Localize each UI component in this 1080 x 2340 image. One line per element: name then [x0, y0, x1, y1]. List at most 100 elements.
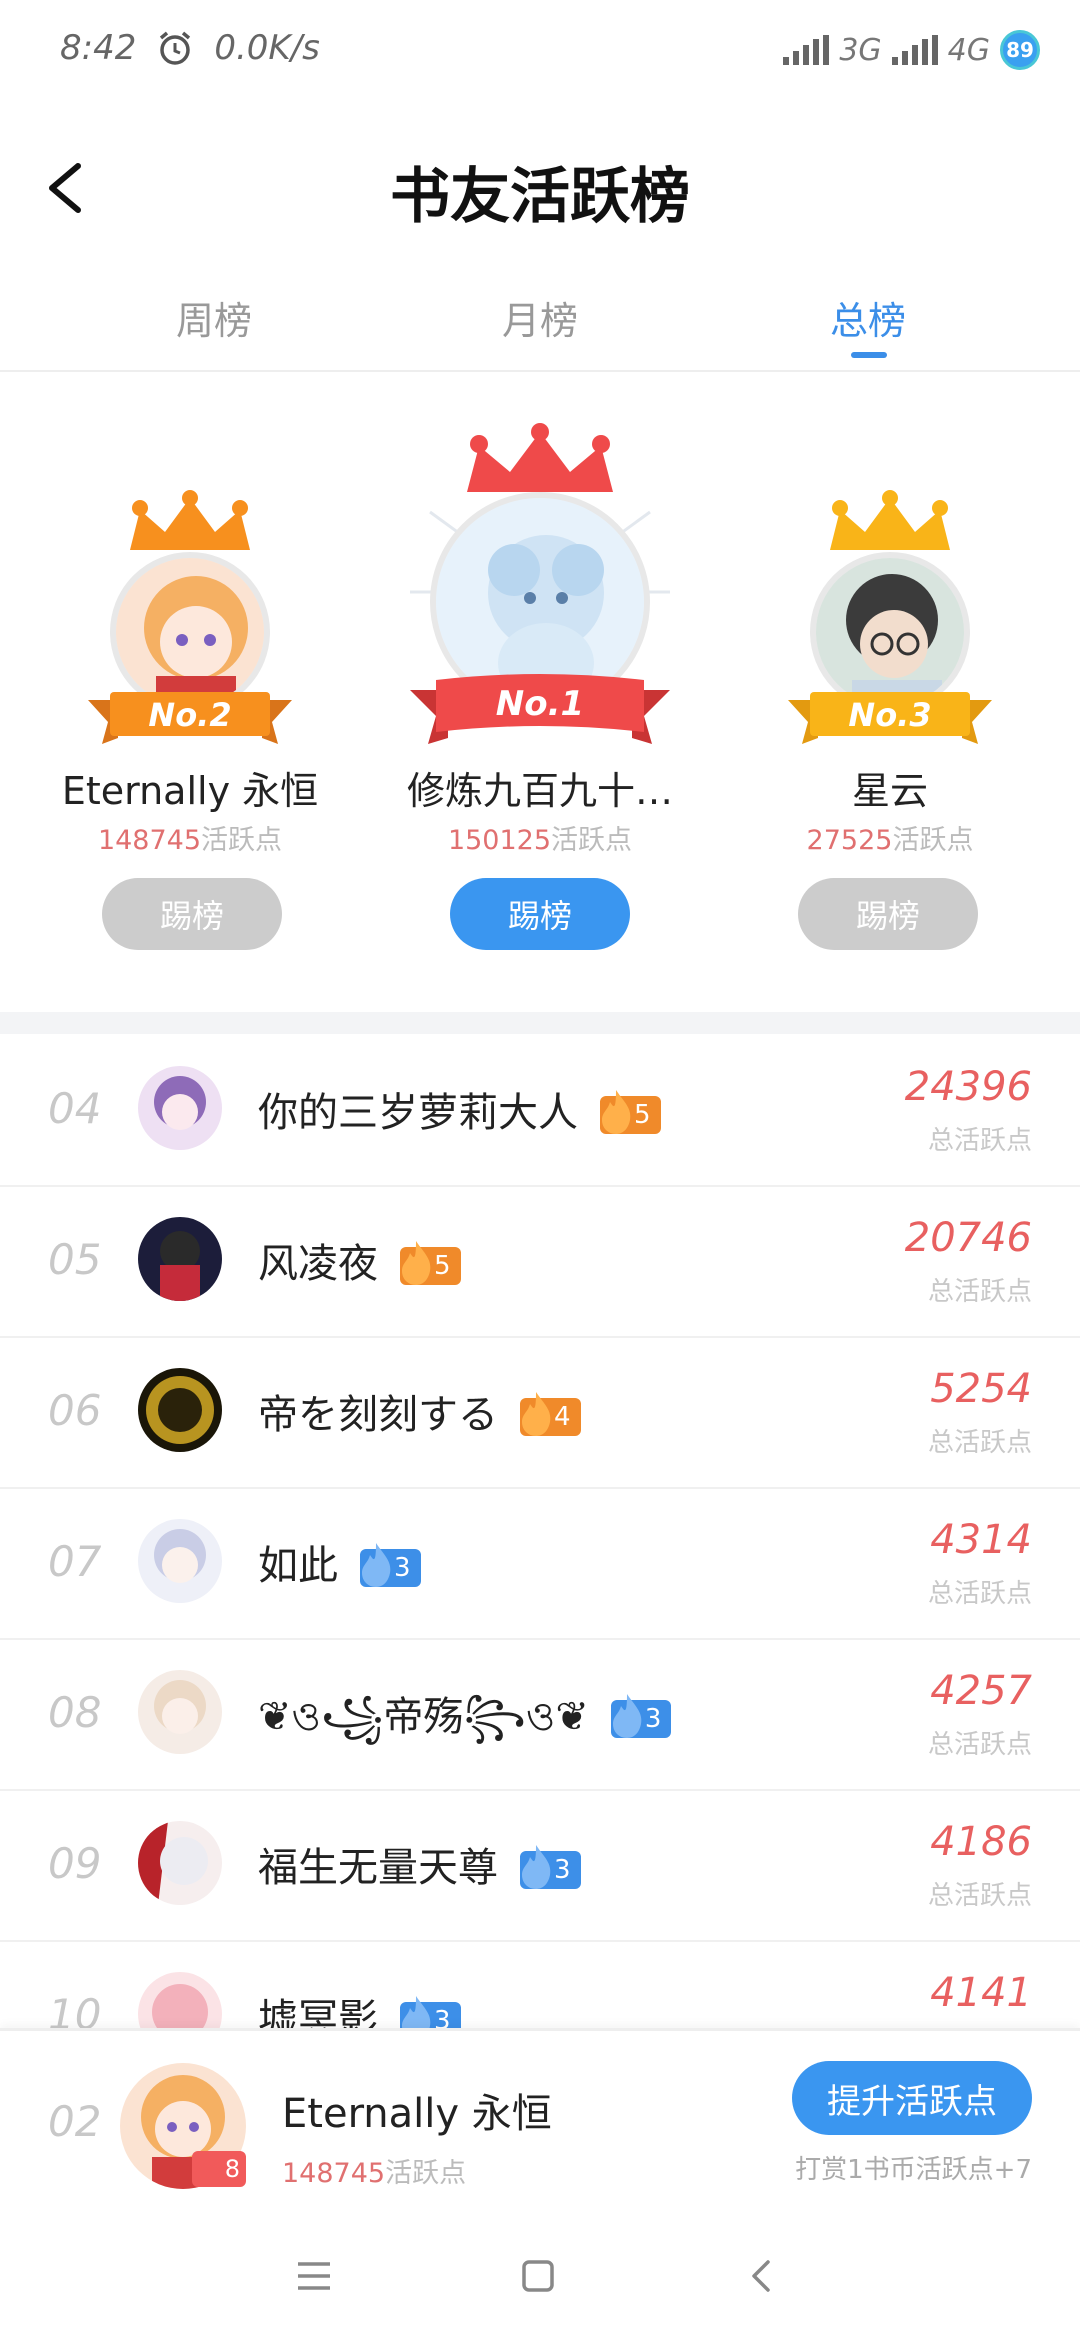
tab-monthly[interactable]: 月榜 [440, 290, 640, 345]
avatar[interactable] [138, 1066, 222, 1150]
list-item[interactable]: 05 风凌夜 5 20746 总活跃点 [0, 1185, 1080, 1338]
system-nav-bar [0, 2208, 1080, 2340]
page-title: 书友活跃榜 [390, 162, 690, 232]
podium-third: No.3 星云 27525活跃点 踢榜 [740, 372, 1040, 1012]
boost-activity-button[interactable]: 提升活跃点 [792, 2061, 1032, 2135]
flame-icon [402, 1996, 431, 2028]
header: 书友活跃榜 [0, 110, 1080, 260]
flame-icon [612, 1694, 642, 1738]
list-item-name: 帝を刻刻する 4 [258, 1382, 581, 1440]
list-item-name: 福生无量天尊 3 [258, 1835, 581, 1893]
level-badge: 5 [400, 1241, 461, 1285]
list-item-name: 你的三岁萝莉大人 5 [258, 1080, 661, 1138]
flame-icon [522, 1392, 551, 1436]
rank-number: 10 [48, 1990, 102, 2028]
network-4g: 4G [947, 32, 990, 68]
avatar[interactable] [138, 1972, 222, 2028]
home-icon[interactable] [508, 2246, 568, 2306]
signal-icon-2 [891, 35, 938, 65]
rank-number: 09 [48, 1839, 102, 1888]
rank-number: 06 [48, 1386, 102, 1435]
avatar[interactable] [138, 1821, 222, 1905]
status-left: 8:42 0.0K/s [60, 28, 320, 68]
avatar[interactable] [138, 1368, 222, 1452]
podium-points: 150125活跃点 [447, 825, 633, 856]
rank-number: 05 [48, 1235, 102, 1284]
status-bar: 8:42 0.0K/s 3G 4G 89 [0, 0, 1080, 110]
nav-back-icon[interactable] [732, 2246, 792, 2306]
rank-number: 04 [48, 1084, 102, 1133]
alarm-icon [160, 31, 191, 65]
status-speed: 0.0K/s [214, 28, 320, 68]
score-value: 5254 [930, 1366, 1032, 1412]
flame-icon [602, 1090, 631, 1134]
list-item[interactable]: 09 福生无量天尊 3 4186 总活跃点 [0, 1789, 1080, 1942]
section-divider [0, 1012, 1080, 1034]
tab-indicator [851, 352, 887, 358]
my-rank-number: 02 [48, 2097, 102, 2146]
list-item[interactable]: 10 墟冥影 3 4141 [0, 1940, 1080, 2028]
status-time: 8:42 [60, 28, 137, 68]
network-3g: 3G [839, 32, 882, 68]
flame-icon [402, 1241, 431, 1285]
avatar[interactable] [138, 1217, 222, 1301]
score-value: 24396 [904, 1064, 1032, 1110]
level-badge: 5 [600, 1090, 661, 1134]
rank-number: 08 [48, 1688, 102, 1737]
battery-icon: 89 [1000, 30, 1040, 70]
score-value: 4314 [930, 1517, 1032, 1563]
podium-name: 修炼九百九十… [406, 769, 673, 813]
my-points: 148745活跃点 [282, 2158, 467, 2189]
list-item[interactable]: 07 如此 3 4314 总活跃点 [0, 1487, 1080, 1640]
score-value: 4257 [930, 1668, 1032, 1714]
my-name: Eternally 永恒 [282, 2091, 552, 2137]
list-item[interactable]: 08 ❦ও꧁帝殇꧂ও❦ 3 4257 总活跃点 [0, 1638, 1080, 1791]
my-level-badge: 8 [192, 2151, 246, 2187]
tab-bar: 周榜 月榜 总榜 [0, 260, 1080, 372]
level-badge: 3 [360, 1543, 421, 1587]
kick-button[interactable]: 踢榜 [450, 878, 630, 950]
menu-icon[interactable] [284, 2246, 344, 2306]
avatar[interactable] [138, 1519, 222, 1603]
podium-name: Eternally 永恒 [61, 769, 319, 813]
tab-total[interactable]: 总榜 [768, 290, 968, 345]
list-item[interactable]: 04 你的三岁萝莉大人 5 24396 总活跃点 [0, 1034, 1080, 1187]
score-label: 总活跃点 [927, 1730, 1032, 1760]
podium-first: No.1 修炼九百九十… 150125活跃点 踢榜 [390, 372, 690, 1012]
podium: No.2 Eternally 永恒 148745活跃点 踢榜 No.1 修炼九百… [0, 372, 1080, 1012]
score-label: 总活跃点 [927, 1579, 1032, 1609]
my-rank-bar: 02 8 Eternally 永恒 148745活跃点 提升活跃点 打赏1书币活… [0, 2028, 1080, 2211]
flame-icon [362, 1543, 391, 1587]
list-item[interactable]: 06 帝を刻刻する 4 5254 总活跃点 [0, 1336, 1080, 1489]
rank-label: No.1 [495, 684, 585, 724]
level-badge: 3 [610, 1694, 672, 1738]
level-badge: 4 [520, 1392, 581, 1436]
boost-hint: 打赏1书币活跃点+7 [795, 2155, 1032, 2185]
list-item-name: 如此 3 [258, 1533, 421, 1591]
score-value: 4141 [930, 1970, 1032, 2016]
crown-icon [130, 490, 250, 550]
rank-number: 07 [48, 1537, 102, 1586]
tab-weekly[interactable]: 周榜 [114, 290, 314, 345]
crown-icon [830, 490, 950, 550]
avatar[interactable] [138, 1670, 222, 1754]
score-label: 总活跃点 [927, 1881, 1032, 1911]
list-item-name: 风凌夜 5 [258, 1231, 461, 1289]
level-badge: 3 [400, 1996, 461, 2028]
signal-icon [783, 35, 830, 65]
kick-button[interactable]: 踢榜 [798, 878, 978, 950]
podium-name: 星云 [851, 769, 928, 813]
list-item-name: 墟冥影 3 [258, 1986, 461, 2028]
kick-button[interactable]: 踢榜 [102, 878, 282, 950]
podium-points: 27525活跃点 [806, 825, 974, 856]
status-right: 3G 4G 89 [783, 30, 1040, 70]
list-item-name: ❦ও꧁帝殇꧂ও❦ 3 [258, 1684, 672, 1767]
rank-label: No.3 [848, 696, 932, 734]
level-badge: 3 [520, 1845, 581, 1889]
flame-icon [522, 1845, 551, 1889]
score-value: 20746 [904, 1215, 1032, 1261]
podium-points: 148745活跃点 [97, 825, 283, 856]
score-label: 总活跃点 [927, 1277, 1032, 1307]
rank-label: No.2 [148, 696, 232, 734]
podium-second: No.2 Eternally 永恒 148745活跃点 踢榜 [40, 372, 340, 1012]
